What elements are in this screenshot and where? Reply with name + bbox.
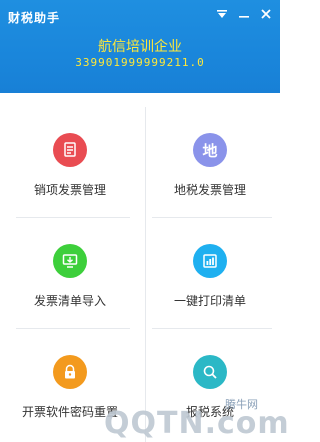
function-grid: 销项发票管理 地 地税发票管理 发票清单导入 一键打印清单 开票软件密码重置 报… [0,93,280,442]
tile-label: 一键打印清单 [173,294,246,308]
lock-icon [53,355,87,389]
tile-one-click-print[interactable]: 一键打印清单 [140,204,280,314]
close-icon[interactable] [258,6,274,22]
search-icon [193,355,227,389]
invoice-doc-icon [53,133,87,167]
company-name: 航信培训企业 [98,39,182,55]
title-bar: 财税助手 航信培训企业 339901999999211.0 [0,0,280,93]
tile-invoice-list-import[interactable]: 发票清单导入 [0,204,140,314]
tile-label: 销项发票管理 [33,183,106,197]
menu-down-icon[interactable] [214,6,230,22]
tile-label: 报税系统 [185,405,234,419]
window-controls [214,6,274,22]
tile-tax-filing-system[interactable]: 报税系统 [140,315,280,425]
tile-label: 地税发票管理 [173,183,246,197]
tile-password-reset[interactable]: 开票软件密码重置 [0,315,140,425]
local-tax-glyph: 地 [202,141,218,160]
import-icon [53,244,87,278]
app-title: 财税助手 [8,11,61,25]
print-list-icon [193,244,227,278]
tile-sales-invoice[interactable]: 销项发票管理 [0,93,140,203]
tax-id: 339901999999211.0 [75,56,205,69]
minimize-icon[interactable] [236,6,252,22]
tile-label: 开票软件密码重置 [21,405,118,419]
tile-local-tax-invoice[interactable]: 地 地税发票管理 [140,93,280,203]
tile-label: 发票清单导入 [33,294,106,308]
local-tax-icon: 地 [193,133,227,167]
